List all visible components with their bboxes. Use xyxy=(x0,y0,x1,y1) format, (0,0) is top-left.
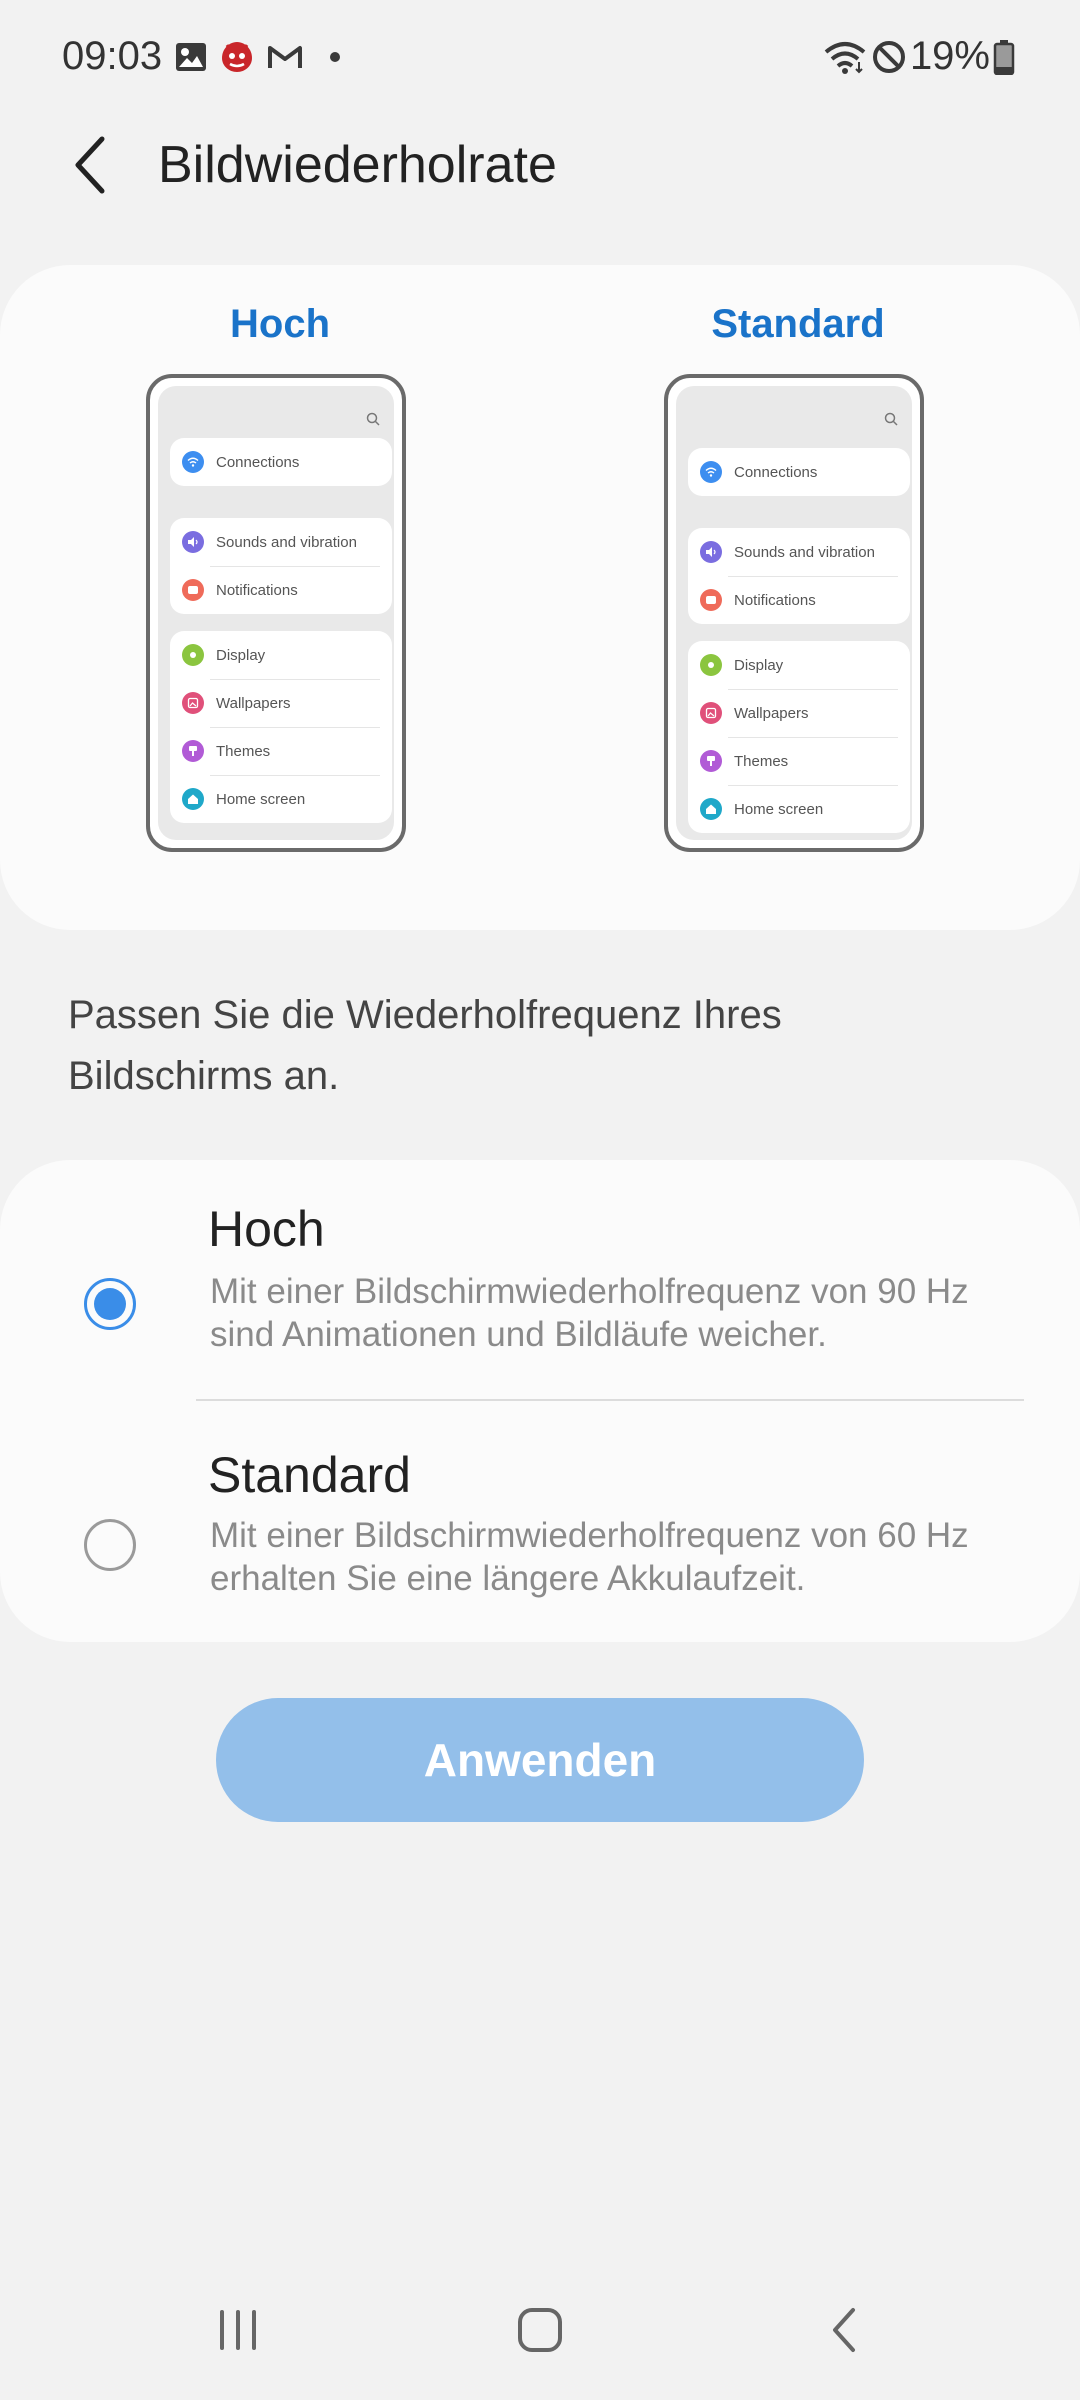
mini-settings-item: Display xyxy=(170,631,392,679)
preview-title-high: Hoch xyxy=(230,302,330,346)
apply-button[interactable]: Anwenden xyxy=(216,1698,864,1822)
mini-settings-item: Notifications xyxy=(170,566,392,614)
mini-settings-item: Notifications xyxy=(688,576,910,624)
mini-settings-group: Sounds and vibration Notifications xyxy=(688,528,910,624)
status-bar: 09:03 19% xyxy=(0,0,1080,120)
home-icon xyxy=(700,798,722,820)
gmail-icon xyxy=(266,38,304,76)
brush-icon xyxy=(182,740,204,762)
volume-icon xyxy=(182,531,204,553)
option-high-description: Mit einer Bildschirmwiederholfrequenz vo… xyxy=(210,1272,969,1354)
mini-settings-group: Connections xyxy=(688,448,910,496)
home-icon xyxy=(182,788,204,810)
page-title: Bildwiederholrate xyxy=(158,136,557,194)
home-icon xyxy=(518,2308,562,2352)
gallery-icon xyxy=(172,38,210,76)
mini-settings-label: Sounds and vibration xyxy=(734,543,875,561)
mini-settings-label: Themes xyxy=(216,742,271,760)
mini-settings-item: Home screen xyxy=(688,785,910,833)
mini-search-icon xyxy=(366,412,380,426)
option-divider xyxy=(196,1399,1024,1401)
do-not-disturb-icon xyxy=(870,38,908,76)
antutu-icon xyxy=(218,38,256,76)
mini-settings-item: Connections xyxy=(688,448,910,496)
mini-settings-group: Display Wallpapers Themes Home screen xyxy=(688,641,910,833)
notification-icon xyxy=(182,579,204,601)
home-button[interactable] xyxy=(500,2295,580,2365)
mini-settings-label: Themes xyxy=(734,752,789,770)
radio-high[interactable] xyxy=(84,1278,136,1330)
mini-settings-label: Connections xyxy=(734,463,818,481)
battery-percentage: 19% xyxy=(909,34,990,78)
mini-settings-item: Display xyxy=(688,641,910,689)
mini-settings-group: Connections xyxy=(170,438,392,486)
sun-icon xyxy=(182,644,204,666)
mini-settings-item: Sounds and vibration xyxy=(688,528,910,576)
back-icon xyxy=(833,2308,855,2352)
mini-settings-label: Connections xyxy=(216,453,300,471)
mini-settings-label: Sounds and vibration xyxy=(216,533,357,551)
option-standard[interactable]: Standard Mit einer Bildschirmwiederholfr… xyxy=(0,1422,1080,1632)
phone-preview-standard: Connections Sounds and vibration Notificat… xyxy=(664,374,924,852)
mini-settings-item: Wallpapers xyxy=(170,679,392,727)
radio-standard[interactable] xyxy=(84,1519,136,1571)
brush-icon xyxy=(700,750,722,772)
mini-settings-label: Notifications xyxy=(216,581,298,599)
image-icon xyxy=(182,692,204,714)
mini-settings-label: Display xyxy=(734,656,784,674)
mini-settings-group: Display Wallpapers Themes Home screen xyxy=(170,631,392,823)
status-time: 09:03 xyxy=(62,34,163,78)
option-standard-description: Mit einer Bildschirmwiederholfrequenz vo… xyxy=(210,1516,969,1598)
chevron-left-icon xyxy=(75,136,105,194)
notification-icon xyxy=(700,589,722,611)
mini-search-icon xyxy=(884,412,898,426)
mini-settings-item: Themes xyxy=(170,727,392,775)
mini-settings-item: Connections xyxy=(170,438,392,486)
preview-title-standard: Standard xyxy=(711,302,885,346)
volume-icon xyxy=(700,541,722,563)
phone-preview-high: Connections Sounds and vibration Notificat… xyxy=(146,374,406,852)
mini-settings-label: Home screen xyxy=(734,800,824,818)
mini-settings-label: Wallpapers xyxy=(216,694,291,712)
mini-settings-group: Sounds and vibration Notifications xyxy=(170,518,392,614)
option-high[interactable]: Hoch Mit einer Bildschirmwiederholfreque… xyxy=(0,1180,1080,1390)
mini-settings-item: Themes xyxy=(688,737,910,785)
sun-icon xyxy=(700,654,722,676)
recent-apps-icon xyxy=(220,2310,256,2350)
battery-icon xyxy=(992,38,1016,76)
mini-settings-item: Sounds and vibration xyxy=(170,518,392,566)
wifi-icon xyxy=(182,451,204,473)
recent-apps-button[interactable] xyxy=(198,2295,278,2365)
option-high-title: Hoch xyxy=(208,1201,325,1257)
wifi-icon xyxy=(700,461,722,483)
mini-settings-label: Wallpapers xyxy=(734,704,809,722)
mini-settings-item: Home screen xyxy=(170,775,392,823)
option-standard-title: Standard xyxy=(208,1447,411,1503)
mini-settings-item: Wallpapers xyxy=(688,689,910,737)
nav-back-button[interactable] xyxy=(804,2295,884,2365)
dot-icon xyxy=(316,38,354,76)
back-button[interactable] xyxy=(60,130,120,200)
mini-settings-label: Display xyxy=(216,646,266,664)
refresh-rate-description: Passen Sie die Wiederholfrequenz Ihres B… xyxy=(68,993,782,1098)
wifi-icon xyxy=(822,38,868,76)
mini-settings-label: Home screen xyxy=(216,790,306,808)
image-icon xyxy=(700,702,722,724)
mini-settings-label: Notifications xyxy=(734,591,816,609)
